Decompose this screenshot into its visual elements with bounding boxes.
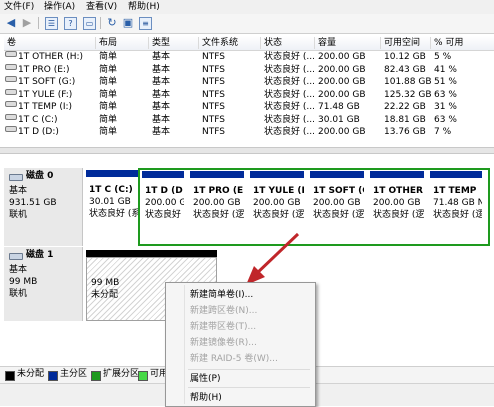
- menu-gutter: [184, 285, 185, 404]
- menu-separator: [188, 369, 310, 370]
- menu-new-simple-volume[interactable]: 新建简单卷(I)...: [190, 289, 253, 301]
- menu-separator: [188, 387, 310, 388]
- menu-help[interactable]: 帮助(H): [190, 392, 222, 404]
- arrow-shaft: [253, 232, 300, 277]
- menu-properties[interactable]: 属性(P): [190, 373, 220, 385]
- menu-new-mirrored-volume[interactable]: 新建镜像卷(R)...: [190, 337, 257, 349]
- menu-new-striped-volume[interactable]: 新建带区卷(T)...: [190, 321, 256, 333]
- context-menu: 新建简单卷(I)... 新建跨区卷(N)... 新建带区卷(T)... 新建镜像…: [165, 282, 316, 407]
- menu-new-raid5-volume[interactable]: 新建 RAID-5 卷(W)...: [190, 353, 278, 365]
- menu-new-spanned-volume[interactable]: 新建跨区卷(N)...: [190, 305, 257, 317]
